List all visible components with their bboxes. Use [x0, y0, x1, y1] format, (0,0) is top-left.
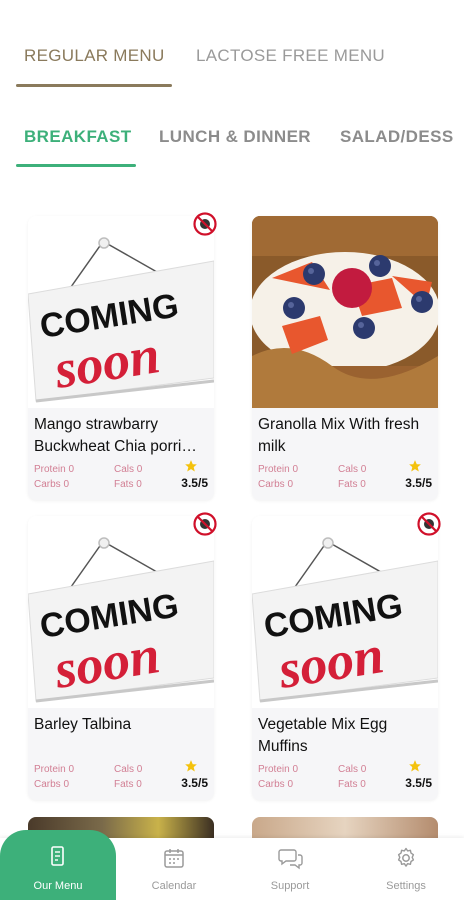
- cals-value: Cals 0: [338, 764, 367, 775]
- nav-label: Calendar: [151, 880, 197, 892]
- fats-value: Fats 0: [338, 779, 366, 790]
- protein-value: Protein 0: [34, 464, 75, 475]
- nav-our-menu[interactable]: Our Menu: [0, 830, 116, 900]
- coming-soon-image: COMING soon: [28, 216, 214, 408]
- chat-support-icon: [278, 849, 303, 870]
- coming-soon-image: COMING soon: [252, 516, 438, 708]
- blueberry-shape: [283, 297, 305, 319]
- cals-value: Cals 0: [114, 764, 143, 775]
- gear-icon: [397, 847, 415, 867]
- protein-value: Protein 0: [258, 464, 299, 475]
- raspberry-shape: [332, 268, 372, 308]
- meal-card[interactable]: Granolla Mix With fresh milk Protein 0 C…: [252, 216, 438, 500]
- no-dairy-icon: [193, 512, 217, 536]
- fats-value: Fats 0: [114, 479, 142, 490]
- star-icon: [185, 760, 197, 772]
- star-icon: [185, 460, 197, 472]
- no-dairy-icon: [193, 212, 217, 236]
- protein-value: Protein 0: [258, 764, 299, 775]
- meal-image: COMING soon: [252, 516, 438, 708]
- rating-value: 3.5/5: [181, 476, 208, 490]
- star-icon: [409, 760, 421, 772]
- fats-value: Fats 0: [338, 479, 366, 490]
- tab-lactose-free-menu[interactable]: LACTOSE FREE MENU: [196, 46, 385, 66]
- nav-label: Our Menu: [33, 880, 83, 892]
- meal-card[interactable]: COMING soon Barley Talbina Protein 0 Car…: [28, 512, 217, 800]
- cals-value: Cals 0: [338, 464, 367, 475]
- meal-category-tabs: BREAKFAST LUNCH & DINNER SALAD/DESS: [0, 100, 464, 170]
- meal-image: COMING soon: [28, 516, 214, 708]
- granola-photo: [252, 216, 438, 408]
- meal-image: COMING soon: [28, 216, 214, 408]
- meal-title: Mango strawbarry Buckwheat Chia porri…: [34, 416, 197, 455]
- blueberry-shape: [353, 317, 375, 339]
- rating-value: 3.5/5: [405, 776, 432, 790]
- menu-tab-indicator: [16, 84, 172, 87]
- blueberry-shape: [303, 263, 325, 285]
- bottom-navigation: Our Menu Calendar Support Settings: [0, 830, 464, 900]
- carbs-value: Carbs 0: [34, 479, 70, 490]
- star-icon: [409, 460, 421, 472]
- tab-lunch-dinner[interactable]: LUNCH & DINNER: [159, 127, 311, 147]
- category-tab-indicator: [16, 164, 136, 167]
- carbs-value: Carbs 0: [258, 779, 294, 790]
- menu-book-icon: [51, 846, 64, 866]
- protein-value: Protein 0: [34, 764, 75, 775]
- carbs-value: Carbs 0: [34, 779, 70, 790]
- meal-title: Granolla Mix With fresh milk: [258, 416, 420, 455]
- meal-title: Barley Talbina: [34, 716, 132, 733]
- no-dairy-icon: [417, 512, 441, 536]
- meal-card[interactable]: COMING soon Vegetable Mix Egg Muffins Pr…: [252, 512, 441, 800]
- cals-value: Cals 0: [114, 464, 143, 475]
- calendar-icon: [164, 849, 184, 868]
- carbs-value: Carbs 0: [258, 479, 294, 490]
- blueberry-shape: [369, 255, 391, 277]
- meal-card[interactable]: COMING soon Mango strawbarry Buckwheat C…: [28, 212, 217, 500]
- rating-value: 3.5/5: [181, 776, 208, 790]
- meal-title: Vegetable Mix Egg Muffins: [258, 716, 388, 755]
- tab-salad-dessert[interactable]: SALAD/DESS: [340, 127, 454, 147]
- nav-label: Settings: [386, 880, 426, 892]
- tab-breakfast[interactable]: BREAKFAST: [24, 127, 132, 147]
- fats-value: Fats 0: [114, 779, 142, 790]
- nav-support[interactable]: Support: [232, 838, 348, 900]
- rating-value: 3.5/5: [405, 476, 432, 490]
- menu-type-tabs: REGULAR MENU LACTOSE FREE MENU: [0, 0, 464, 90]
- nav-settings[interactable]: Settings: [348, 838, 464, 900]
- blueberry-shape: [411, 291, 433, 313]
- meal-image: [252, 216, 438, 408]
- nav-label: Support: [270, 880, 310, 892]
- tab-regular-menu[interactable]: REGULAR MENU: [24, 46, 165, 66]
- coming-soon-image: COMING soon: [28, 516, 214, 708]
- nav-calendar[interactable]: Calendar: [116, 838, 232, 900]
